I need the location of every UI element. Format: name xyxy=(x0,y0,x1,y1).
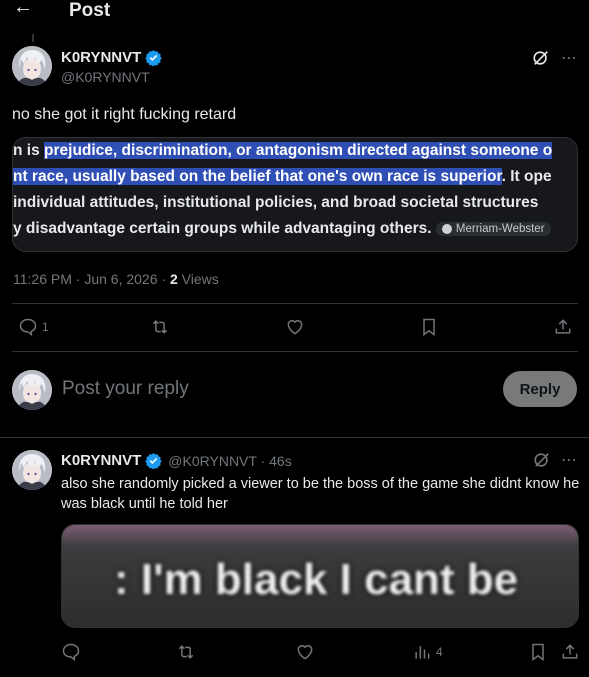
repost-icon xyxy=(152,320,168,334)
divider xyxy=(12,303,578,304)
verified-badge-icon xyxy=(145,50,163,66)
repost-button[interactable] xyxy=(150,317,170,337)
divider xyxy=(0,437,589,438)
reply-icon xyxy=(62,643,80,662)
author-handle[interactable]: @K0RYNNVT · 46s xyxy=(168,453,291,469)
avatar[interactable] xyxy=(12,450,52,490)
post-text: also she randomly picked a viewer to be … xyxy=(61,476,580,512)
page-title: Post xyxy=(69,0,111,21)
like-button[interactable] xyxy=(285,317,305,337)
grok-icon[interactable] xyxy=(533,451,551,469)
source-icon xyxy=(441,223,452,234)
post-image[interactable]: n is prejudice, discrimination, or antag… xyxy=(12,137,578,252)
definition-line-2: nt race, usually based on the belief tha… xyxy=(13,168,552,185)
verified-badge-icon xyxy=(145,453,163,469)
avatar-image xyxy=(12,450,52,490)
bookmark-button[interactable] xyxy=(528,642,548,662)
reply-icon xyxy=(19,318,37,337)
repost-icon xyxy=(178,645,194,659)
divider xyxy=(12,351,578,352)
analytics-icon xyxy=(415,646,430,659)
avatar-image xyxy=(12,370,52,410)
bookmark-button[interactable] xyxy=(419,317,439,337)
more-options-icon[interactable]: ⋯ xyxy=(561,48,578,68)
share-button[interactable] xyxy=(553,317,573,337)
author-handle[interactable]: @K0RYNNVT xyxy=(61,69,150,85)
author-name[interactable]: K0RYNNVT @K0RYNNVT · 46s xyxy=(61,452,292,469)
definition-line-4: y disadvantage certain groups while adva… xyxy=(13,220,551,238)
views-button[interactable]: 4 xyxy=(412,642,443,662)
share-button[interactable] xyxy=(560,642,580,662)
reply-button[interactable] xyxy=(61,642,81,662)
avatar[interactable] xyxy=(12,46,52,86)
grok-icon[interactable] xyxy=(532,49,550,67)
thread-connector xyxy=(32,34,34,42)
share-icon xyxy=(555,319,571,334)
post-action-bar: 4 xyxy=(0,642,589,666)
bookmark-icon xyxy=(532,643,544,661)
author-name[interactable]: K0RYNNVT xyxy=(61,49,163,66)
heart-icon xyxy=(287,320,303,335)
back-arrow-icon[interactable]: ← xyxy=(13,0,33,18)
share-icon xyxy=(562,644,578,659)
reply-submit-button[interactable]: Reply xyxy=(503,371,577,407)
like-button[interactable] xyxy=(295,642,315,662)
reply-button[interactable]: 1 xyxy=(18,317,49,337)
definition-line-1: n is prejudice, discrimination, or antag… xyxy=(13,142,553,159)
definition-line-3: individual attitudes, institutional poli… xyxy=(13,194,539,211)
repost-button[interactable] xyxy=(176,642,196,662)
top-bar: ← Post xyxy=(0,0,589,22)
post-video[interactable]: : I'm black I cant be xyxy=(61,524,579,628)
reply-input[interactable]: Post your reply xyxy=(62,378,189,400)
post-text: no she got it right fucking retard xyxy=(12,106,237,123)
more-options-icon[interactable]: ⋯ xyxy=(561,450,578,470)
bookmark-icon xyxy=(423,318,435,336)
source-chip: Merriam-Webster xyxy=(435,221,551,236)
post-action-bar: 1 xyxy=(0,317,589,341)
heart-icon xyxy=(297,645,313,660)
post-timestamp: 11:26 PM · Jun 6, 2026 · 2 Views xyxy=(13,271,219,287)
video-caption: : I'm black I cant be xyxy=(114,555,519,604)
avatar[interactable] xyxy=(12,370,52,410)
avatar-image xyxy=(12,46,52,86)
